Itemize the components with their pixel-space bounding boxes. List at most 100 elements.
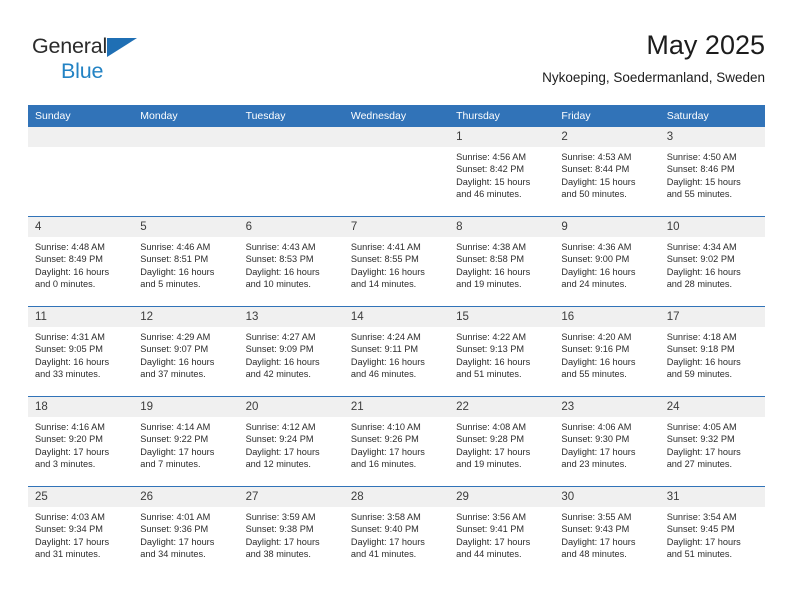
day-number: 17 xyxy=(659,307,765,327)
sunrise-time: Sunrise: 4:24 AM xyxy=(350,332,421,342)
calendar-day[interactable]: 23 Sunrise: 4:06 AM Sunset: 9:30 PM Dayligh… xyxy=(554,397,660,486)
calendar-day[interactable]: 17 Sunrise: 4:18 AM Sunset: 9:18 PM Dayligh… xyxy=(659,307,765,396)
calendar-day[interactable]: 28 Sunrise: 3:58 AM Sunset: 9:40 PM Dayligh… xyxy=(343,487,450,576)
calendar-day[interactable]: 4 Sunrise: 4:48 AM Sunset: 8:49 PM Daylight… xyxy=(28,217,134,306)
calendar-day-cell[interactable]: 20 Sunrise: 4:12 AM Sunset: 9:24 PM Dayligh… xyxy=(238,396,344,487)
calendar-day-cell[interactable] xyxy=(238,127,344,217)
sunset-time: Sunset: 9:09 PM xyxy=(245,344,314,355)
calendar-day-cell[interactable]: 23 Sunrise: 4:06 AM Sunset: 9:30 PM Dayligh… xyxy=(554,396,660,487)
day-sun-info: Sunrise: 4:18 AM Sunset: 9:18 PM Daylight:… xyxy=(660,327,765,381)
calendar-day[interactable]: 11 Sunrise: 4:31 AM Sunset: 9:05 PM Dayligh… xyxy=(28,307,134,396)
calendar-day-cell[interactable]: 26 Sunrise: 4:01 AM Sunset: 9:36 PM Dayligh… xyxy=(133,486,239,576)
sunset-time: Sunset: 9:00 PM xyxy=(561,254,630,265)
daylight-duration-line1: Daylight: 17 hours xyxy=(35,446,110,457)
calendar-day-cell[interactable]: 7 Sunrise: 4:41 AM Sunset: 8:55 PM Daylight… xyxy=(343,216,450,307)
calendar-day-cell[interactable]: 5 Sunrise: 4:46 AM Sunset: 8:51 PM Daylight… xyxy=(133,216,239,307)
calendar-day-cell[interactable]: 2 Sunrise: 4:53 AM Sunset: 8:44 PM Daylight… xyxy=(554,127,660,217)
calendar-day-cell[interactable]: 1 Sunrise: 4:56 AM Sunset: 8:42 PM Daylight… xyxy=(449,127,555,217)
calendar-day[interactable]: 2 Sunrise: 4:53 AM Sunset: 8:44 PM Daylight… xyxy=(554,127,660,216)
sunrise-time: Sunrise: 3:55 AM xyxy=(561,512,632,522)
calendar-day-cell[interactable]: 25 Sunrise: 4:03 AM Sunset: 9:34 PM Dayligh… xyxy=(28,486,134,576)
calendar-day-cell[interactable]: 21 Sunrise: 4:10 AM Sunset: 9:26 PM Dayligh… xyxy=(343,396,450,487)
sunrise-time: Sunrise: 4:01 AM xyxy=(140,512,211,522)
calendar-day-cell[interactable]: 31 Sunrise: 3:54 AM Sunset: 9:45 PM Dayligh… xyxy=(659,486,765,576)
calendar-day[interactable]: 15 Sunrise: 4:22 AM Sunset: 9:13 PM Dayligh… xyxy=(449,307,555,396)
day-number: 15 xyxy=(449,307,555,327)
sunset-time: Sunset: 9:45 PM xyxy=(666,524,735,535)
calendar-day[interactable]: 16 Sunrise: 4:20 AM Sunset: 9:16 PM Dayligh… xyxy=(554,307,660,396)
calendar-day[interactable]: 25 Sunrise: 4:03 AM Sunset: 9:34 PM Dayligh… xyxy=(28,487,134,576)
calendar-day[interactable]: 18 Sunrise: 4:16 AM Sunset: 9:20 PM Dayligh… xyxy=(28,397,134,486)
calendar-day[interactable]: 6 Sunrise: 4:43 AM Sunset: 8:53 PM Daylight… xyxy=(238,217,344,306)
calendar-day[interactable]: 14 Sunrise: 4:24 AM Sunset: 9:11 PM Dayligh… xyxy=(343,307,450,396)
daylight-duration-line2: and 27 minutes. xyxy=(666,459,733,470)
calendar-day[interactable]: 12 Sunrise: 4:29 AM Sunset: 9:07 PM Dayligh… xyxy=(133,307,239,396)
calendar-day[interactable]: 20 Sunrise: 4:12 AM Sunset: 9:24 PM Dayligh… xyxy=(238,397,344,486)
calendar-day[interactable]: 5 Sunrise: 4:46 AM Sunset: 8:51 PM Daylight… xyxy=(133,217,239,306)
sunrise-time: Sunrise: 4:14 AM xyxy=(140,422,211,432)
daylight-duration-line1: Daylight: 15 hours xyxy=(456,176,531,187)
calendar-day-cell[interactable]: 29 Sunrise: 3:56 AM Sunset: 9:41 PM Dayligh… xyxy=(449,486,555,576)
calendar-day-cell[interactable] xyxy=(28,127,134,217)
calendar-day-cell[interactable]: 12 Sunrise: 4:29 AM Sunset: 9:07 PM Dayligh… xyxy=(133,306,239,397)
calendar-day[interactable]: 22 Sunrise: 4:08 AM Sunset: 9:28 PM Dayligh… xyxy=(449,397,555,486)
calendar-week-row: 4 Sunrise: 4:48 AM Sunset: 8:49 PM Daylight… xyxy=(28,216,765,307)
calendar-day[interactable]: 29 Sunrise: 3:56 AM Sunset: 9:41 PM Dayligh… xyxy=(449,487,555,576)
daylight-duration-line2: and 0 minutes. xyxy=(35,279,96,290)
calendar-day-cell[interactable]: 11 Sunrise: 4:31 AM Sunset: 9:05 PM Dayligh… xyxy=(28,306,134,397)
weekday-header-friday: Friday xyxy=(554,105,660,127)
daylight-duration-line2: and 16 minutes. xyxy=(350,459,417,470)
calendar-day-cell[interactable]: 14 Sunrise: 4:24 AM Sunset: 9:11 PM Dayligh… xyxy=(343,306,450,397)
sunset-time: Sunset: 9:02 PM xyxy=(666,254,735,265)
calendar-day-cell[interactable]: 9 Sunrise: 4:36 AM Sunset: 9:00 PM Daylight… xyxy=(554,216,660,307)
calendar-day-cell[interactable]: 24 Sunrise: 4:05 AM Sunset: 9:32 PM Dayligh… xyxy=(659,396,765,487)
daylight-duration-line2: and 28 minutes. xyxy=(666,279,733,290)
calendar-day[interactable]: 24 Sunrise: 4:05 AM Sunset: 9:32 PM Dayligh… xyxy=(659,397,765,486)
sunset-time: Sunset: 9:32 PM xyxy=(666,434,735,445)
calendar-day-cell[interactable]: 17 Sunrise: 4:18 AM Sunset: 9:18 PM Dayligh… xyxy=(659,306,765,397)
brand-logo[interactable]: General Blue xyxy=(32,34,162,92)
daylight-duration-line2: and 46 minutes. xyxy=(456,189,522,200)
calendar-day-cell[interactable]: 27 Sunrise: 3:59 AM Sunset: 9:38 PM Dayligh… xyxy=(238,486,344,576)
sunset-time: Sunset: 8:49 PM xyxy=(35,254,103,265)
calendar-day-cell[interactable]: 28 Sunrise: 3:58 AM Sunset: 9:40 PM Dayligh… xyxy=(343,486,450,576)
weekday-header-saturday: Saturday xyxy=(659,105,765,127)
calendar-day-cell[interactable]: 22 Sunrise: 4:08 AM Sunset: 9:28 PM Dayligh… xyxy=(449,396,555,487)
calendar-day-cell[interactable]: 13 Sunrise: 4:27 AM Sunset: 9:09 PM Dayligh… xyxy=(238,306,344,397)
calendar-day[interactable]: 30 Sunrise: 3:55 AM Sunset: 9:43 PM Dayligh… xyxy=(554,487,660,576)
calendar-day-cell[interactable]: 3 Sunrise: 4:50 AM Sunset: 8:46 PM Daylight… xyxy=(659,127,765,217)
calendar-day[interactable]: 3 Sunrise: 4:50 AM Sunset: 8:46 PM Daylight… xyxy=(659,127,765,216)
calendar-day[interactable]: 1 Sunrise: 4:56 AM Sunset: 8:42 PM Daylight… xyxy=(449,127,555,216)
calendar-day-cell[interactable] xyxy=(133,127,239,217)
calendar-day[interactable]: 19 Sunrise: 4:14 AM Sunset: 9:22 PM Dayligh… xyxy=(133,397,239,486)
calendar-day[interactable]: 31 Sunrise: 3:54 AM Sunset: 9:45 PM Dayligh… xyxy=(659,487,765,576)
sunset-time: Sunset: 9:38 PM xyxy=(245,524,314,535)
calendar-day-cell[interactable]: 30 Sunrise: 3:55 AM Sunset: 9:43 PM Dayligh… xyxy=(554,486,660,576)
calendar-day[interactable]: 7 Sunrise: 4:41 AM Sunset: 8:55 PM Daylight… xyxy=(343,217,450,306)
day-sun-info: Sunrise: 4:48 AM Sunset: 8:49 PM Daylight:… xyxy=(28,237,133,291)
calendar-day-cell[interactable]: 10 Sunrise: 4:34 AM Sunset: 9:02 PM Dayligh… xyxy=(659,216,765,307)
calendar-day[interactable]: 21 Sunrise: 4:10 AM Sunset: 9:26 PM Dayligh… xyxy=(343,397,450,486)
calendar-day[interactable]: 9 Sunrise: 4:36 AM Sunset: 9:00 PM Daylight… xyxy=(554,217,660,306)
calendar-day-cell[interactable] xyxy=(343,127,450,217)
calendar-day-cell[interactable]: 4 Sunrise: 4:48 AM Sunset: 8:49 PM Daylight… xyxy=(28,216,134,307)
day-number: 2 xyxy=(554,127,660,147)
calendar-day[interactable]: 13 Sunrise: 4:27 AM Sunset: 9:09 PM Dayligh… xyxy=(238,307,344,396)
calendar-day[interactable]: 27 Sunrise: 3:59 AM Sunset: 9:38 PM Dayligh… xyxy=(238,487,344,576)
calendar-day[interactable]: 10 Sunrise: 4:34 AM Sunset: 9:02 PM Dayligh… xyxy=(659,217,765,306)
calendar-day[interactable]: 8 Sunrise: 4:38 AM Sunset: 8:58 PM Daylight… xyxy=(449,217,555,306)
calendar-day-cell[interactable]: 8 Sunrise: 4:38 AM Sunset: 8:58 PM Daylight… xyxy=(449,216,555,307)
calendar-day[interactable]: 26 Sunrise: 4:01 AM Sunset: 9:36 PM Dayligh… xyxy=(133,487,239,576)
day-number xyxy=(133,127,239,147)
calendar-day-cell[interactable]: 16 Sunrise: 4:20 AM Sunset: 9:16 PM Dayligh… xyxy=(554,306,660,397)
daylight-duration-line1: Daylight: 16 hours xyxy=(245,356,320,367)
daylight-duration-line2: and 14 minutes. xyxy=(350,279,417,290)
calendar-day-cell[interactable]: 15 Sunrise: 4:22 AM Sunset: 9:13 PM Dayligh… xyxy=(449,306,555,397)
calendar-day-cell[interactable]: 19 Sunrise: 4:14 AM Sunset: 9:22 PM Dayligh… xyxy=(133,396,239,487)
page-subtitle: Nykoeping, Soedermanland, Sweden xyxy=(542,70,765,85)
daylight-duration-line1: Daylight: 17 hours xyxy=(140,536,215,547)
calendar-day-cell[interactable]: 18 Sunrise: 4:16 AM Sunset: 9:20 PM Dayligh… xyxy=(28,396,134,487)
daylight-duration-line1: Daylight: 17 hours xyxy=(666,536,741,547)
brand-name-general-text: General xyxy=(32,34,108,58)
calendar-day-cell[interactable]: 6 Sunrise: 4:43 AM Sunset: 8:53 PM Daylight… xyxy=(238,216,344,307)
